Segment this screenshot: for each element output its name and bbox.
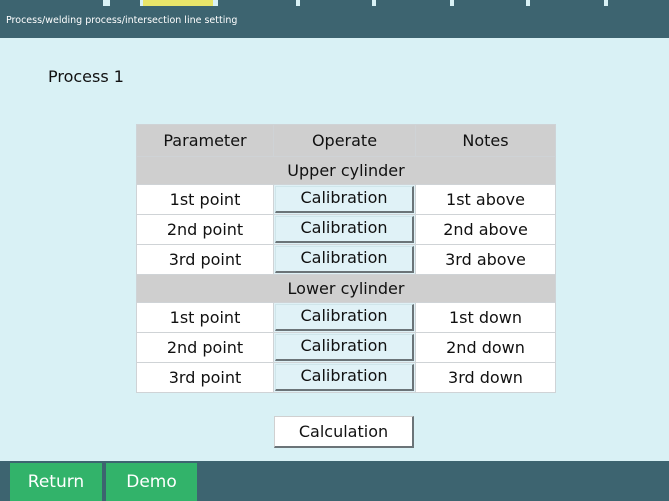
notes-cell: 2nd above xyxy=(415,214,556,245)
table-row: 1st point Calibration 1st down xyxy=(136,302,556,333)
table-header-row: Parameter Operate Notes xyxy=(136,124,556,157)
parameter-table: Parameter Operate Notes Upper cylinder 1… xyxy=(136,124,556,393)
parameter-cell: 2nd point xyxy=(136,214,274,245)
notes-cell: 3rd down xyxy=(415,362,556,393)
calibration-button-lower-2[interactable]: Calibration xyxy=(275,334,414,361)
section-row-lower-cylinder: Lower cylinder xyxy=(136,274,556,303)
calibration-button-lower-3[interactable]: Calibration xyxy=(275,364,414,391)
calibration-button-upper-2[interactable]: Calibration xyxy=(275,216,414,243)
calibration-button-upper-1[interactable]: Calibration xyxy=(275,186,414,213)
column-header-parameter: Parameter xyxy=(136,124,274,157)
table-row: 3rd point Calibration 3rd down xyxy=(136,362,556,393)
parameter-cell: 1st point xyxy=(136,184,274,215)
section-row-upper-cylinder: Upper cylinder xyxy=(136,156,556,185)
return-button[interactable]: Return xyxy=(10,463,102,501)
section-title-upper-cylinder: Upper cylinder xyxy=(136,156,556,185)
section-title-lower-cylinder: Lower cylinder xyxy=(136,274,556,303)
parameter-cell: 3rd point xyxy=(136,362,274,393)
demo-button[interactable]: Demo xyxy=(106,463,197,501)
parameter-cell: 1st point xyxy=(136,302,274,333)
process-label: Process 1 xyxy=(48,67,124,86)
table-row: 1st point Calibration 1st above xyxy=(136,184,556,215)
table-row: 2nd point Calibration 2nd above xyxy=(136,214,556,245)
notes-cell: 1st above xyxy=(415,184,556,215)
calibration-button-lower-1[interactable]: Calibration xyxy=(275,304,414,331)
calculation-button[interactable]: Calculation xyxy=(274,416,414,448)
column-header-operate: Operate xyxy=(273,124,416,157)
notes-cell: 1st down xyxy=(415,302,556,333)
table-row: 2nd point Calibration 2nd down xyxy=(136,332,556,363)
parameter-cell: 3rd point xyxy=(136,244,274,275)
breadcrumb: Process/welding process/intersection lin… xyxy=(0,6,669,38)
notes-cell: 3rd above xyxy=(415,244,556,275)
table-row: 3rd point Calibration 3rd above xyxy=(136,244,556,275)
calibration-button-upper-3[interactable]: Calibration xyxy=(275,246,414,273)
notes-cell: 2nd down xyxy=(415,332,556,363)
column-header-notes: Notes xyxy=(415,124,556,157)
parameter-cell: 2nd point xyxy=(136,332,274,363)
